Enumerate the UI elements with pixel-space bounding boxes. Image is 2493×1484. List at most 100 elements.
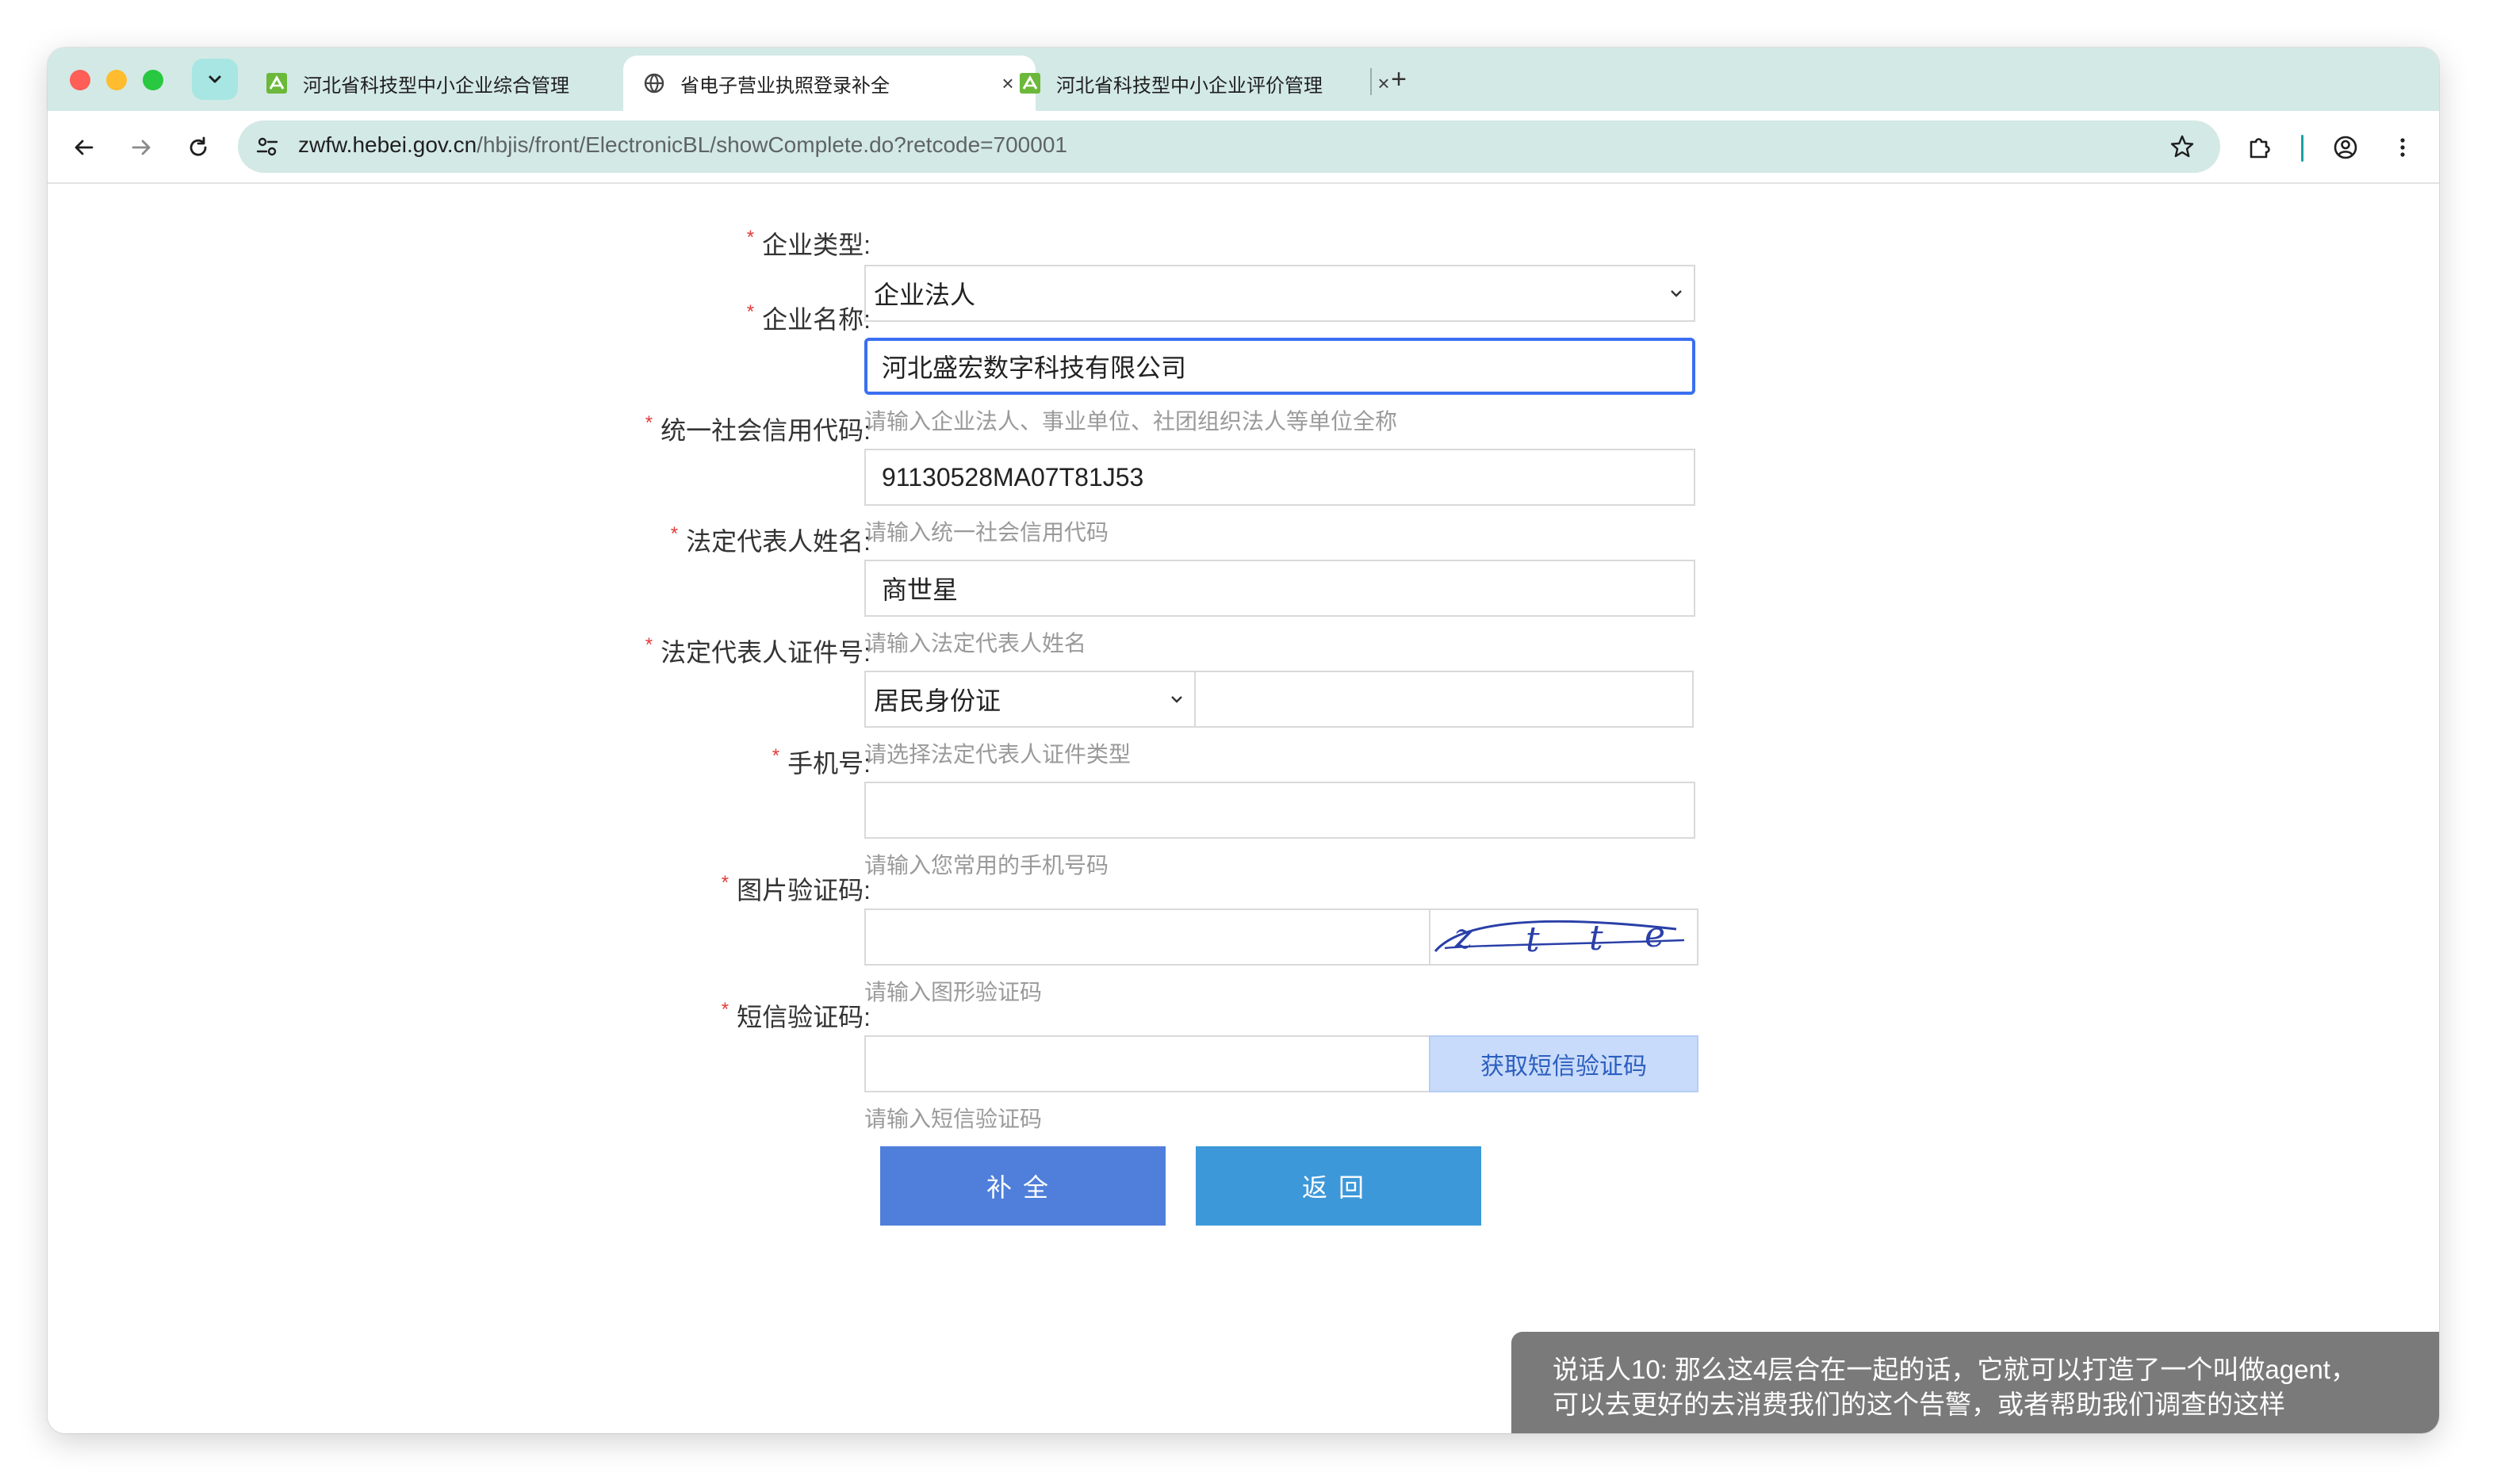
legal-rep-name-label: * 法定代表人姓名:	[671, 522, 871, 558]
credit-code-label: * 统一社会信用代码:	[645, 411, 871, 447]
url-host: zwfw.hebei.gov.cn	[298, 132, 477, 157]
required-mark: *	[746, 227, 755, 248]
back-return-button[interactable]: 返回	[1196, 1146, 1481, 1226]
star-icon	[2170, 135, 2194, 158]
svg-text:e: e	[1645, 915, 1665, 955]
subtitle-overlay: 说话人10: 那么这4层合在一起的话，它就可以打造了一个叫做agent， 可以去…	[1511, 1332, 2439, 1433]
toolbar-divider	[2301, 135, 2303, 162]
tab-search-button[interactable]	[192, 59, 238, 100]
input-value: 91130528MA07T81J53	[882, 462, 1144, 491]
back-button[interactable]	[65, 128, 103, 166]
minimize-window-button[interactable]	[106, 70, 127, 90]
chevron-down-icon	[1671, 290, 1682, 297]
tab-electronic-license[interactable]: 省电子营业执照登录补全 ×	[623, 55, 1036, 111]
reload-icon	[190, 136, 207, 156]
globe-icon	[642, 71, 666, 95]
svg-text:t: t	[1589, 918, 1603, 958]
required-mark: *	[746, 301, 755, 323]
chevron-down-icon	[209, 75, 221, 83]
tab-sme-management[interactable]: 河北省科技型中小企业综合管理 ×	[246, 55, 658, 111]
required-mark: *	[645, 412, 653, 434]
label-text: 统一社会信用代码:	[661, 416, 871, 445]
required-mark: *	[772, 745, 780, 767]
credit-code-hint: 请输入统一社会信用代码	[864, 520, 1109, 545]
plus-icon: +	[1391, 63, 1407, 94]
close-window-button[interactable]	[70, 70, 90, 90]
label-text: 法定代表人姓名:	[686, 527, 871, 556]
subtitle-line: 可以去更好的去消费我们的这个告警，或者帮助我们调查的这样	[1553, 1390, 2285, 1419]
svg-text:t: t	[1526, 920, 1540, 960]
menu-button[interactable]	[2384, 128, 2422, 166]
forward-arrow-icon	[132, 140, 151, 155]
image-captcha-hint: 请输入图形验证码	[864, 980, 1043, 1004]
label-text: 法定代表人证件号:	[661, 638, 871, 667]
required-mark: *	[645, 634, 653, 656]
page-content: * 企业类型: 企业法人 * 企业名称: 河北盛宏数字科技有限公司 请输入企业法人、…	[48, 184, 2439, 1433]
new-tab-button[interactable]: +	[1383, 63, 1415, 95]
legal-rep-name-hint: 请输入法定代表人姓名	[864, 631, 1087, 656]
label-text: 企业名称:	[762, 305, 871, 334]
label-text: 手机号:	[787, 749, 871, 778]
tab-separator	[1370, 68, 1372, 95]
sms-code-hint: 请输入短信验证码	[864, 1107, 1043, 1131]
gov-favicon-icon	[1018, 71, 1042, 95]
legal-rep-id-hint: 请选择法定代表人证件类型	[864, 742, 1132, 767]
required-mark: *	[670, 523, 679, 545]
sms-code-label: * 短信验证码:	[722, 997, 871, 1034]
profile-button[interactable]	[2326, 128, 2365, 166]
required-mark: *	[721, 872, 730, 893]
svg-text:z: z	[1453, 916, 1473, 957]
company-type-select[interactable]: 企业法人	[864, 265, 1695, 322]
phone-label: * 手机号:	[772, 744, 871, 780]
gov-favicon-icon	[265, 71, 289, 95]
select-value: 企业法人	[874, 281, 976, 309]
captcha-image[interactable]: z t t e	[1429, 908, 1698, 966]
profile-icon	[2334, 136, 2357, 159]
company-name-label: * 企业名称:	[747, 300, 871, 336]
address-bar[interactable]: zwfw.hebei.gov.cn/hbjis/front/Electronic…	[238, 120, 2220, 173]
input-value: 河北盛宏数字科技有限公司	[882, 354, 1187, 382]
select-value: 居民身份证	[874, 687, 1001, 715]
company-name-input[interactable]: 河北盛宏数字科技有限公司	[864, 338, 1695, 395]
maximize-window-button[interactable]	[143, 70, 163, 90]
submit-complete-button[interactable]: 补全	[880, 1146, 1166, 1226]
phone-hint: 请输入您常用的手机号码	[864, 853, 1109, 878]
get-sms-code-button[interactable]: 获取短信验证码	[1429, 1035, 1698, 1092]
label-text: 短信验证码:	[737, 1003, 871, 1031]
back-arrow-icon	[75, 140, 94, 155]
chevron-down-icon	[1171, 696, 1182, 703]
url-text[interactable]: zwfw.hebei.gov.cn/hbjis/front/Electronic…	[298, 132, 1067, 158]
id-number-input[interactable]	[1194, 671, 1694, 728]
id-type-select[interactable]: 居民身份证	[864, 671, 1196, 728]
subtitle-line: 说话人10: 那么这4层合在一起的话，它就可以打造了一个叫做agent，	[1553, 1355, 2357, 1384]
browser-window: 河北省科技型中小企业综合管理 × 省电子营业执照登录补全 × 河北省科技型中小企…	[48, 48, 2439, 1433]
company-type-label: * 企业类型:	[747, 225, 871, 262]
reload-button[interactable]	[179, 128, 217, 166]
label-text: 企业类型:	[762, 231, 871, 259]
tab-strip: 河北省科技型中小企业综合管理 × 省电子营业执照登录补全 × 河北省科技型中小企…	[48, 48, 2439, 111]
forward-button[interactable]	[122, 128, 160, 166]
input-value: 商世星	[882, 576, 959, 604]
tab-sme-evaluation[interactable]: 河北省科技型中小企业评价管理 ×	[999, 55, 1411, 111]
required-mark: *	[721, 999, 730, 1020]
site-settings-icon[interactable]	[252, 132, 282, 162]
legal-rep-id-label: * 法定代表人证件号:	[645, 633, 871, 669]
company-name-hint: 请输入企业法人、事业单位、社团组织法人等单位全称	[864, 409, 1398, 434]
tab-title: 河北省科技型中小企业综合管理	[303, 75, 569, 97]
captcha-drawing: z t t e	[1434, 915, 1685, 960]
legal-rep-name-input[interactable]: 商世星	[864, 560, 1695, 617]
extensions-button[interactable]	[2241, 128, 2279, 166]
phone-input[interactable]	[864, 782, 1695, 839]
extensions-icon	[2250, 138, 2270, 159]
url-path: /hbjis/front/ElectronicBL/showComplete.d…	[477, 132, 1067, 157]
image-captcha-label: * 图片验证码:	[722, 870, 871, 907]
menu-icon	[2400, 138, 2405, 157]
tab-title: 省电子营业执照登录补全	[680, 75, 890, 97]
credit-code-input[interactable]: 91130528MA07T81J53	[864, 449, 1695, 506]
tab-title: 河北省科技型中小企业评价管理	[1056, 75, 1323, 97]
browser-toolbar: zwfw.hebei.gov.cn/hbjis/front/Electronic…	[48, 111, 2439, 184]
image-captcha-input[interactable]	[864, 908, 1430, 966]
label-text: 图片验证码:	[737, 876, 871, 905]
bookmark-button[interactable]	[2165, 129, 2200, 164]
sms-code-input[interactable]	[864, 1035, 1430, 1092]
